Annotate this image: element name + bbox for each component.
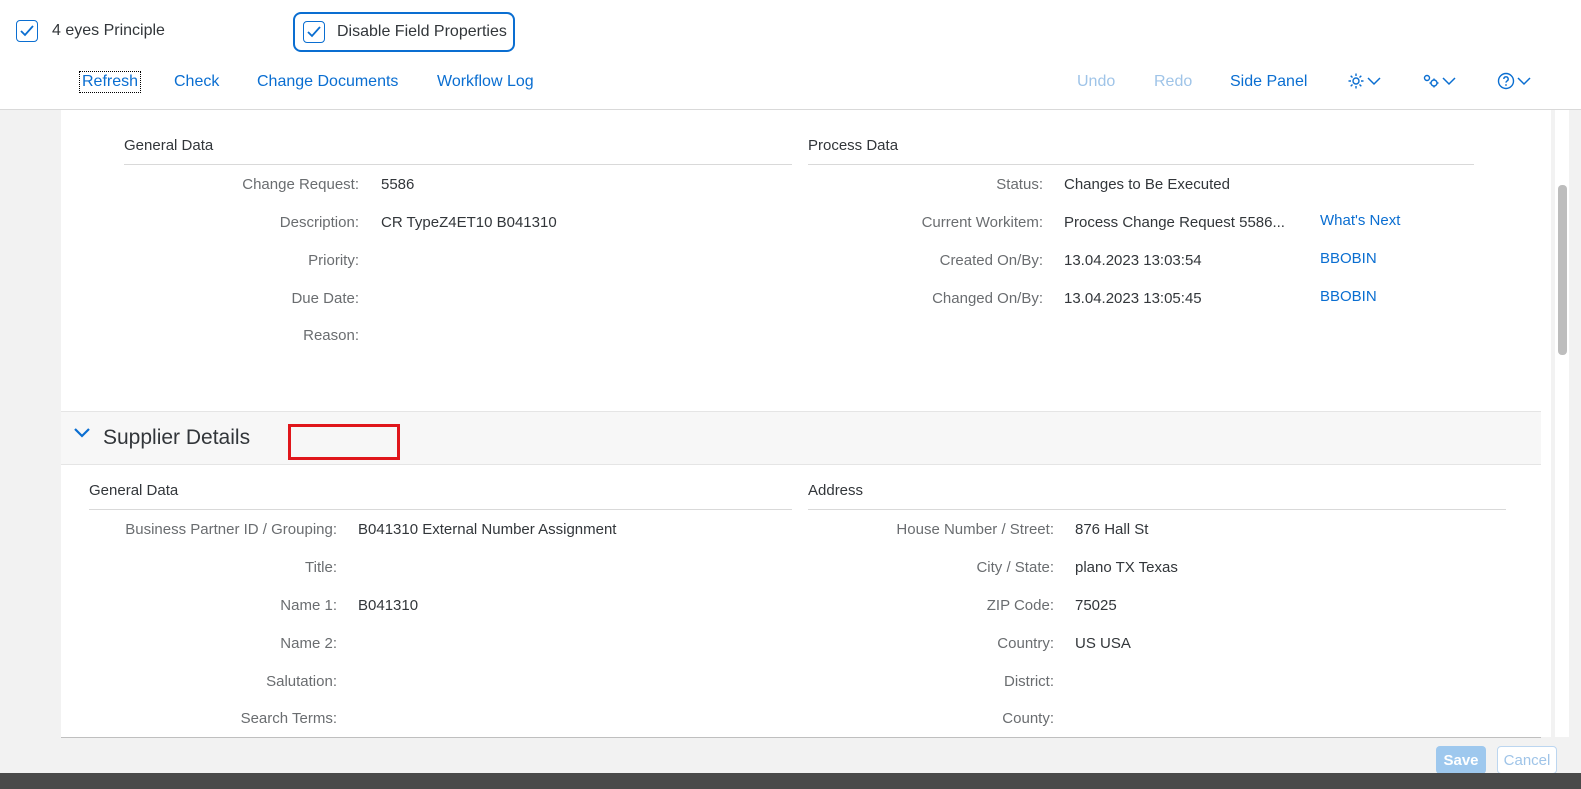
field-label: Business Partner ID / Grouping: — [125, 520, 337, 538]
due-date-row: Due Date: — [124, 288, 381, 308]
field-label: Country: — [997, 634, 1054, 652]
address-heading: Address — [808, 482, 1506, 510]
field-value: 876 Hall St — [1075, 520, 1149, 538]
field-label: County: — [1002, 709, 1054, 727]
process-data-heading: Process Data — [808, 137, 1474, 165]
status-row: Status: Changes to Be Executed — [808, 174, 1230, 194]
field-value: 13.04.2023 13:03:54 — [1064, 251, 1202, 269]
priority-row: Priority: — [124, 250, 381, 270]
field-value: 5586 — [381, 175, 415, 193]
bp-id-row: Business Partner ID / Grouping: B041310 … — [89, 519, 616, 539]
status-bar — [0, 773, 1581, 789]
refresh-button[interactable]: Refresh — [79, 71, 142, 93]
field-label: Name 1: — [280, 596, 337, 614]
personalize-icon — [1423, 74, 1439, 88]
field-label: Due Date: — [291, 289, 359, 307]
changed-on-row: Changed On/By: 13.04.2023 13:05:45 — [808, 288, 1202, 308]
undo-button[interactable]: Undo — [1077, 73, 1115, 91]
disable-field-properties-label: Disable Field Properties — [337, 23, 507, 40]
field-value: Process Change Request 5586... — [1064, 213, 1285, 231]
footer-divider — [61, 737, 1541, 738]
field-label: House Number / Street: — [896, 520, 1054, 538]
top-bar: 4 eyes Principle Disable Field Propertie… — [0, 0, 1581, 62]
change-documents-button[interactable]: Change Documents — [257, 73, 398, 91]
field-label: Changed On/By: — [932, 289, 1043, 307]
settings-icon — [1348, 73, 1364, 89]
chevron-down-icon — [1367, 77, 1381, 86]
field-label: Description: — [279, 213, 359, 231]
help-menu-button[interactable] — [1497, 72, 1531, 90]
redo-button[interactable]: Redo — [1154, 73, 1192, 91]
workflow-log-button[interactable]: Workflow Log — [437, 73, 534, 91]
county-row: County: — [808, 708, 1075, 728]
supplier-details-header[interactable]: Supplier Details — [61, 411, 1541, 465]
field-value: CR TypeZ4ET10 B041310 — [381, 213, 557, 231]
change-request-row: Change Request: 5586 — [124, 174, 414, 194]
district-row: District: — [808, 671, 1075, 691]
street-row: House Number / Street: 876 Hall St — [808, 519, 1148, 539]
four-eyes-checkbox[interactable]: 4 eyes Principle — [16, 20, 165, 42]
scrollbar-thumb[interactable] — [1558, 185, 1567, 355]
field-label: Priority: — [308, 251, 359, 269]
checkmark-icon — [303, 21, 325, 43]
side-panel-button[interactable]: Side Panel — [1230, 73, 1307, 91]
field-label: Title: — [305, 558, 337, 576]
zip-row: ZIP Code: 75025 — [808, 595, 1117, 615]
field-label: Change Request: — [242, 175, 359, 193]
changed-by-link[interactable]: BBOBIN — [1320, 288, 1377, 305]
toolbar: Refresh Check Change Documents Workflow … — [0, 62, 1581, 110]
reason-row: Reason: — [124, 325, 381, 345]
name2-row: Name 2: — [89, 633, 358, 653]
country-row: Country: US USA — [808, 633, 1131, 653]
field-label: Name 2: — [280, 634, 337, 652]
salutation-row: Salutation: — [89, 671, 358, 691]
field-label: City / State: — [976, 558, 1054, 576]
highlight-box — [288, 424, 400, 460]
field-label: Created On/By: — [939, 251, 1043, 269]
help-icon — [1497, 72, 1515, 90]
created-on-row: Created On/By: 13.04.2023 13:03:54 — [808, 250, 1202, 270]
field-label: Status: — [996, 175, 1043, 193]
field-value: B041310 — [358, 596, 419, 614]
settings-menu-button[interactable] — [1347, 72, 1381, 90]
field-label: Salutation: — [266, 672, 337, 690]
cancel-button[interactable]: Cancel — [1497, 746, 1557, 774]
field-label: Search Terms: — [240, 709, 337, 727]
whats-next-link[interactable]: What's Next — [1320, 212, 1400, 229]
name1-row: Name 1: B041310 — [89, 595, 418, 615]
general-data-heading: General Data — [124, 137, 792, 165]
disable-field-properties-checkbox[interactable]: Disable Field Properties — [293, 12, 515, 52]
field-value: US USA — [1075, 634, 1131, 652]
chevron-down-icon — [1517, 77, 1531, 86]
search-terms-row: Search Terms: — [89, 708, 358, 728]
field-label: Reason: — [303, 326, 359, 344]
four-eyes-label: 4 eyes Principle — [52, 22, 165, 39]
field-value: Changes to Be Executed — [1064, 175, 1230, 193]
current-workitem-row: Current Workitem: Process Change Request… — [808, 212, 1285, 232]
field-value: 75025 — [1075, 596, 1117, 614]
field-label: Current Workitem: — [921, 213, 1043, 231]
description-row: Description: CR TypeZ4ET10 B041310 — [124, 212, 557, 232]
supplier-details-title: Supplier Details — [103, 426, 251, 449]
chevron-down-icon — [1442, 77, 1456, 86]
save-button[interactable]: Save — [1436, 746, 1486, 774]
field-value: 13.04.2023 13:05:45 — [1064, 289, 1202, 307]
field-label: ZIP Code: — [986, 596, 1054, 614]
main-content: General Data Change Request: 5586 Descri… — [61, 110, 1551, 737]
check-button[interactable]: Check — [174, 73, 219, 91]
title-row: Title: — [89, 557, 358, 577]
checkmark-icon — [16, 20, 38, 42]
field-value: B041310 External Number Assignment — [358, 520, 617, 538]
field-label: District: — [1004, 672, 1054, 690]
field-value: plano TX Texas — [1075, 558, 1178, 576]
chevron-down-icon[interactable] — [73, 426, 91, 440]
personalize-menu-button[interactable] — [1422, 72, 1456, 90]
city-row: City / State: plano TX Texas — [808, 557, 1178, 577]
supplier-general-data-heading: General Data — [89, 482, 792, 510]
created-by-link[interactable]: BBOBIN — [1320, 250, 1377, 267]
